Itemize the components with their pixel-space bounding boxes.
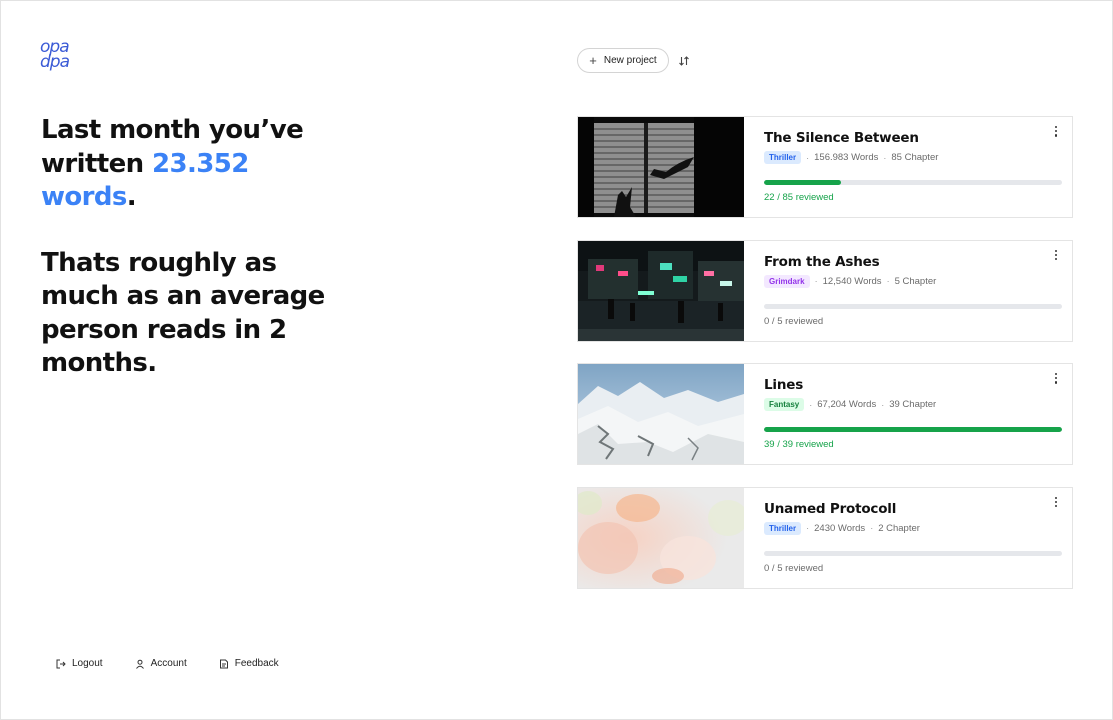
headline-period: . [126,182,137,212]
separator-dot: · [883,152,887,163]
comparison-statement: Thats roughly as much as an average pers… [41,247,325,379]
project-info: Unamed Protocoll Thriller · 2430 Words ·… [744,488,1072,588]
more-options-icon[interactable] [1052,373,1060,385]
project-title[interactable]: The Silence Between [764,130,1072,146]
separator-dot: · [870,523,874,533]
reviewed-count: 39 / 39 reviewed [764,439,834,450]
feedback-icon [219,659,228,668]
separator-dot: · [814,276,818,286]
genre-tag: Thriller [764,151,802,164]
footer-nav: Logout Account Feedback [56,658,279,669]
user-icon [135,659,144,669]
project-meta: Thriller · 2430 Words · 2 Chapter [764,521,1072,535]
project-title[interactable]: From the Ashes [764,254,1072,270]
new-project-button[interactable]: + New project [577,48,669,73]
chapter-count-label: 39 Chapter [889,399,937,410]
separator-dot: · [806,523,810,533]
project-list: The Silence Between Thriller · 156.983 W… [577,116,1073,610]
review-progress-bar [764,303,1062,309]
separator-dot: · [881,399,885,410]
review-progress-fill [764,427,1062,432]
separator-dot: · [886,276,890,286]
review-progress-bar [764,550,1062,556]
more-options-icon[interactable] [1052,126,1060,138]
separator-dot: · [806,152,810,163]
account-label: Account [150,658,187,669]
project-meta: Thriller · 156.983 Words · 85 Chapter [764,151,1072,164]
project-title[interactable]: Unamed Protocoll [764,501,1072,517]
logo-line-2: dpa [40,52,70,72]
separator-dot: · [809,399,813,410]
reviewed-count: 22 / 85 reviewed [764,192,834,203]
genre-tag: Fantasy [764,398,805,411]
account-button[interactable]: Account [135,658,187,669]
words-written-statement: Last month you’ve written 23.352 words. [41,114,341,215]
project-info: Lines Fantasy · 67,204 Words · 39 Chapte… [744,364,1072,464]
project-info: From the Ashes Grimdark · 12,540 Words ·… [744,241,1072,341]
words-label: words [41,182,127,212]
feedback-button[interactable]: Feedback [219,658,279,669]
chapter-count-label: 85 Chapter [891,152,939,163]
more-options-icon[interactable] [1052,249,1060,262]
genre-tag: Thriller [764,521,802,535]
feedback-label: Feedback [234,658,279,669]
project-card[interactable]: Lines Fantasy · 67,204 Words · 39 Chapte… [577,363,1073,465]
plus-icon: + [589,52,597,68]
project-title[interactable]: Lines [764,377,1072,393]
project-card[interactable]: The Silence Between Thriller · 156.983 W… [577,116,1073,218]
project-info: The Silence Between Thriller · 156.983 W… [744,117,1072,217]
project-thumbnail [578,240,744,341]
word-count: 23.352 [152,148,249,179]
logout-label: Logout [72,658,103,669]
new-project-label: New project [603,55,657,66]
review-progress-bar [764,427,1062,432]
project-card[interactable]: Unamed Protocoll Thriller · 2430 Words ·… [577,486,1073,589]
sort-arrows-icon[interactable] [678,55,690,67]
word-count-label: 156.983 Words [814,152,879,163]
review-progress-bar [764,180,1062,185]
project-card[interactable]: From the Ashes Grimdark · 12,540 Words ·… [577,239,1073,342]
chapter-count-label: 5 Chapter [894,275,937,287]
stats-headline: Last month you’ve written 23.352 words. … [41,114,341,381]
word-count-label: 2430 Words [814,522,866,534]
logout-icon [56,659,66,668]
chapter-count-label: 2 Chapter [878,522,920,534]
reviewed-count: 0 / 5 reviewed [764,315,824,327]
app-logo[interactable]: opa dpa [40,39,80,72]
review-progress-fill [764,180,842,185]
more-options-icon[interactable] [1052,496,1060,509]
project-meta: Grimdark · 12,540 Words · 5 Chapter [764,274,1072,288]
project-thumbnail [578,117,744,217]
project-meta: Fantasy · 67,204 Words · 39 Chapter [764,398,1072,411]
logout-button[interactable]: Logout [56,658,103,669]
word-count-label: 67,204 Words [817,399,877,410]
reviewed-count: 0 / 5 reviewed [764,562,824,574]
word-count-label: 12,540 Words [822,275,882,287]
genre-tag: Grimdark [764,274,810,288]
project-thumbnail [578,364,744,464]
project-thumbnail [578,487,744,588]
